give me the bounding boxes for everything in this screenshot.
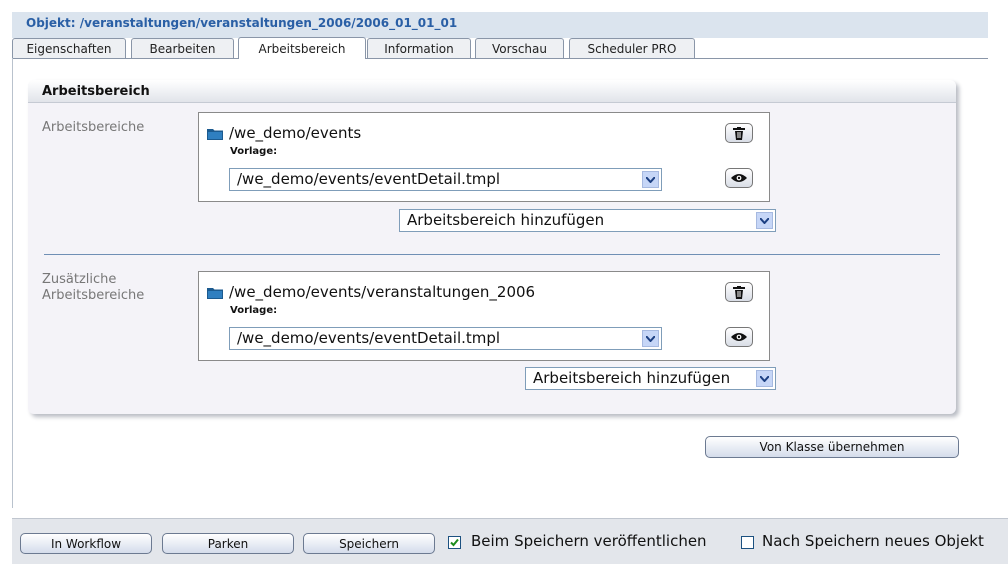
workflow-button[interactable]: In Workflow xyxy=(20,533,152,554)
park-button[interactable]: Parken xyxy=(162,533,294,554)
object-titlebar: Objekt: /veranstaltungen/veranstaltungen… xyxy=(12,12,988,38)
panel-title: Arbeitsbereich xyxy=(42,84,150,99)
object-title: Objekt: /veranstaltungen/veranstaltungen… xyxy=(26,16,458,30)
preview-extra-template-button[interactable] xyxy=(725,327,753,347)
add-extra-workspace-select[interactable]: Arbeitsbereich hinzufügen xyxy=(525,367,776,390)
extra-workspace-box: /we_demo/events/veranstaltungen_2006 Vor… xyxy=(198,271,770,361)
eye-icon xyxy=(731,174,747,182)
tab-divider xyxy=(12,58,988,59)
extra-template-select[interactable]: /we_demo/events/eventDetail.tmpl xyxy=(229,327,662,350)
eye-icon xyxy=(731,333,747,341)
new-object-label: Nach Speichern neues Objekt xyxy=(762,532,984,550)
workspace-box: /we_demo/events Vorlage: /we_demo/events… xyxy=(198,112,770,202)
apply-from-class-button[interactable]: Von Klasse übernehmen xyxy=(705,436,959,458)
publish-label: Beim Speichern veröffentlichen xyxy=(471,532,707,550)
add-workspace-value: Arbeitsbereich hinzufügen xyxy=(407,211,605,229)
trash-icon xyxy=(733,285,745,299)
tab-vorschau[interactable]: Vorschau xyxy=(475,38,564,58)
tab-scheduler-pro[interactable]: Scheduler PRO xyxy=(569,38,695,58)
add-extra-workspace-value: Arbeitsbereich hinzufügen xyxy=(533,369,731,387)
folder-icon xyxy=(207,288,223,299)
chevron-down-icon[interactable] xyxy=(642,330,659,347)
template-select-value: /we_demo/events/eventDetail.tmpl xyxy=(237,170,501,188)
chevron-down-icon[interactable] xyxy=(756,370,773,387)
panel-header: Arbeitsbereich xyxy=(28,80,956,103)
workspace-panel: Arbeitsbereich Arbeitsbereiche /we_demo/… xyxy=(28,80,956,414)
new-object-checkbox[interactable] xyxy=(741,536,754,549)
chevron-down-icon[interactable] xyxy=(642,171,659,188)
footer-bar: In Workflow Parken Speichern Beim Speich… xyxy=(12,518,1008,564)
delete-workspace-button[interactable] xyxy=(725,123,753,143)
delete-extra-workspace-button[interactable] xyxy=(725,282,753,302)
section-separator xyxy=(44,254,940,255)
extra-workspaces-label-line1: Zusätzliche xyxy=(42,272,117,287)
extra-template-select-value: /we_demo/events/eventDetail.tmpl xyxy=(237,329,501,347)
workspace-path: /we_demo/events xyxy=(229,124,362,142)
chevron-down-icon[interactable] xyxy=(756,212,773,229)
template-select[interactable]: /we_demo/events/eventDetail.tmpl xyxy=(229,168,662,191)
template-label: Vorlage: xyxy=(230,146,278,157)
extra-template-label: Vorlage: xyxy=(230,305,278,316)
extra-workspaces-label-line2: Arbeitsbereiche xyxy=(42,288,145,303)
checkmark-icon xyxy=(450,538,459,547)
folder-icon xyxy=(207,129,223,140)
tab-eigenschaften[interactable]: Eigenschaften xyxy=(12,38,126,58)
tab-bar: Eigenschaften Bearbeiten Arbeitsbereich … xyxy=(12,37,1002,59)
preview-template-button[interactable] xyxy=(725,168,753,188)
publish-checkbox[interactable] xyxy=(448,536,461,549)
tab-arbeitsbereich[interactable]: Arbeitsbereich xyxy=(238,37,366,59)
trash-icon xyxy=(733,126,745,140)
workspaces-label: Arbeitsbereiche xyxy=(42,120,145,135)
extra-workspaces-label: Zusätzliche Arbeitsbereiche xyxy=(42,272,144,304)
tab-bearbeiten[interactable]: Bearbeiten xyxy=(131,38,234,58)
save-button[interactable]: Speichern xyxy=(303,533,435,554)
tab-information[interactable]: Information xyxy=(367,38,471,58)
content-border xyxy=(12,58,13,508)
extra-workspace-path: /we_demo/events/veranstaltungen_2006 xyxy=(229,283,536,301)
add-workspace-select[interactable]: Arbeitsbereich hinzufügen xyxy=(399,209,776,232)
